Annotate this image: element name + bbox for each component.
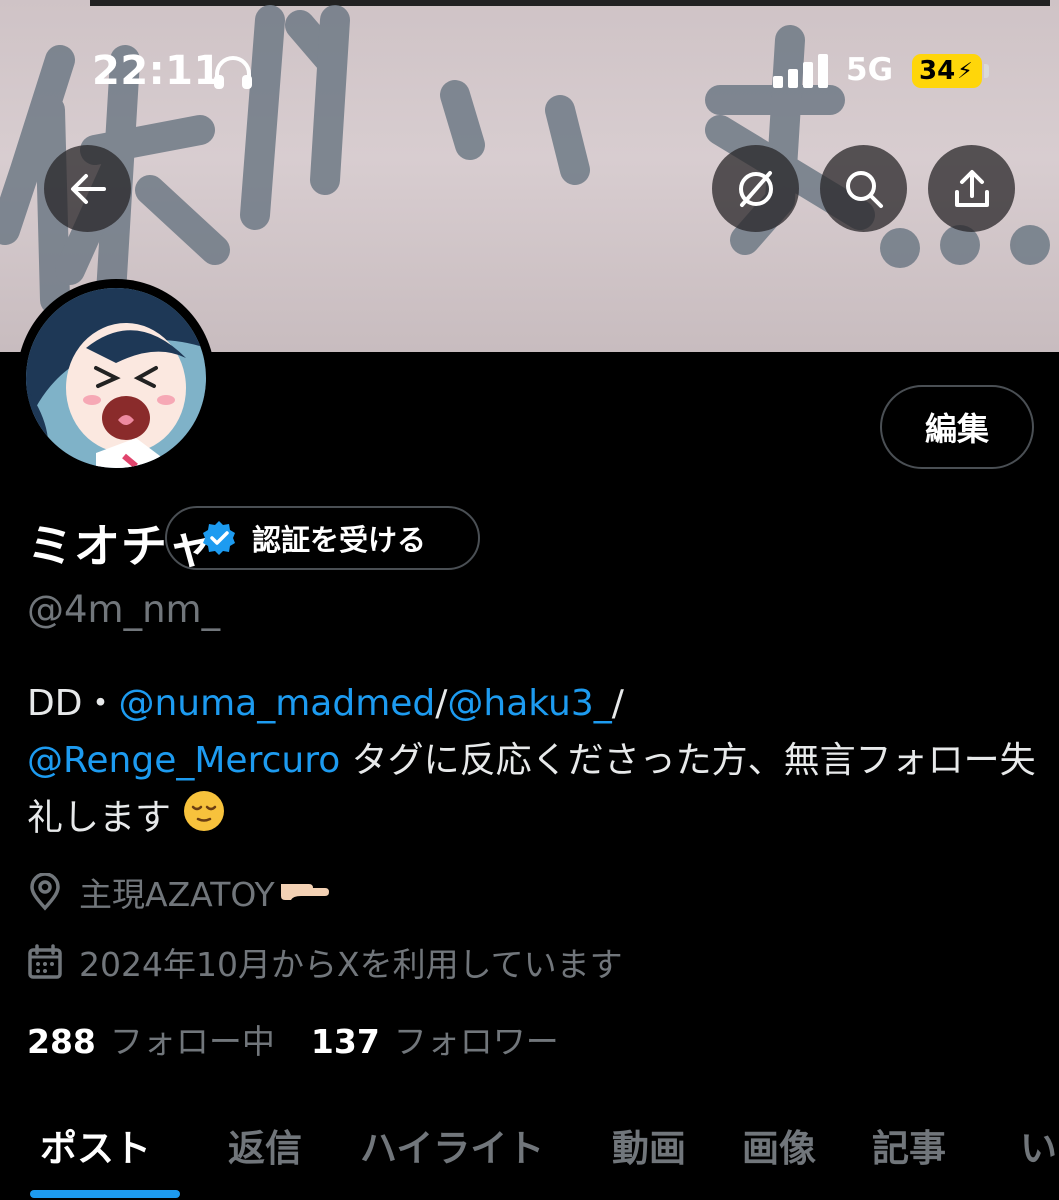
battery-tip: [984, 64, 989, 78]
active-tab-indicator: [30, 1190, 180, 1198]
signal-icon: [773, 54, 829, 92]
get-verified-button[interactable]: 認証を受ける: [165, 506, 480, 570]
following-label[interactable]: フォロー中: [110, 1015, 275, 1063]
search-button[interactable]: [820, 145, 907, 232]
profile-bio: DD・@numa_madmed/@haku3_/@Renge_Mercuro タ…: [27, 675, 1037, 850]
profile-handle: @4m_nm_: [27, 588, 221, 631]
tab-likes[interactable]: い: [1020, 1118, 1057, 1172]
bio-mention-link[interactable]: @numa_madmed: [118, 683, 435, 724]
tab-images[interactable]: 画像: [742, 1118, 816, 1172]
get-verified-label: 認証を受ける: [252, 523, 427, 557]
share-button[interactable]: [928, 145, 1015, 232]
status-time: 22:11: [92, 48, 222, 94]
network-type: 5G: [846, 52, 894, 88]
tab-highlights[interactable]: ハイライト: [360, 1118, 544, 1172]
follow-stats: 288 フォロー中 137 フォロワー: [27, 1015, 595, 1063]
search-icon: [845, 170, 883, 208]
tab-replies[interactable]: 返信: [228, 1118, 302, 1172]
charging-icon: ⚡: [957, 58, 973, 84]
bio-separator: /: [611, 683, 624, 724]
location-pin-icon: [27, 873, 63, 911]
headphones-icon: [212, 54, 254, 94]
grok-icon: [738, 170, 773, 207]
calendar-icon: [27, 944, 63, 980]
tab-articles[interactable]: 記事: [872, 1118, 946, 1172]
battery-indicator: 34 ⚡: [912, 54, 982, 88]
bio-mention-link[interactable]: @haku3_: [447, 683, 611, 724]
followers-count[interactable]: 137: [311, 1022, 380, 1061]
profile-tabs: ポスト 返信 ハイライト 動画 画像 記事 い: [0, 1108, 1059, 1200]
arrow-left-icon: [70, 173, 106, 204]
avatar[interactable]: [17, 279, 215, 477]
pointing-hand-emoji-icon: [279, 873, 331, 912]
followers-label[interactable]: フォロワー: [394, 1015, 559, 1063]
tab-posts[interactable]: ポスト: [40, 1118, 151, 1172]
following-count[interactable]: 288: [27, 1022, 96, 1061]
battery-level: 34: [919, 56, 956, 86]
grok-button[interactable]: [712, 145, 799, 232]
tab-videos[interactable]: 動画: [612, 1118, 686, 1172]
edit-profile-button[interactable]: 編集: [880, 385, 1034, 469]
verified-badge-icon: [203, 521, 235, 555]
location-text: 主現AZATOY: [79, 875, 275, 914]
bio-text: DD・: [27, 683, 119, 724]
avatar-image: [26, 288, 206, 468]
relieved-face-emoji-icon: [182, 789, 226, 850]
profile-join-date: 2024年10月からXを利用しています: [27, 938, 623, 986]
back-button[interactable]: [44, 145, 131, 232]
bio-separator: /: [435, 683, 448, 724]
profile-location: 主現AZATOY: [27, 868, 331, 916]
status-bar: 22:11 5G 34 ⚡: [0, 40, 1059, 100]
join-date-text: 2024年10月からXを利用しています: [79, 945, 623, 984]
share-icon: [954, 169, 989, 207]
bio-mention-link[interactable]: @Renge_Mercuro: [27, 740, 340, 781]
